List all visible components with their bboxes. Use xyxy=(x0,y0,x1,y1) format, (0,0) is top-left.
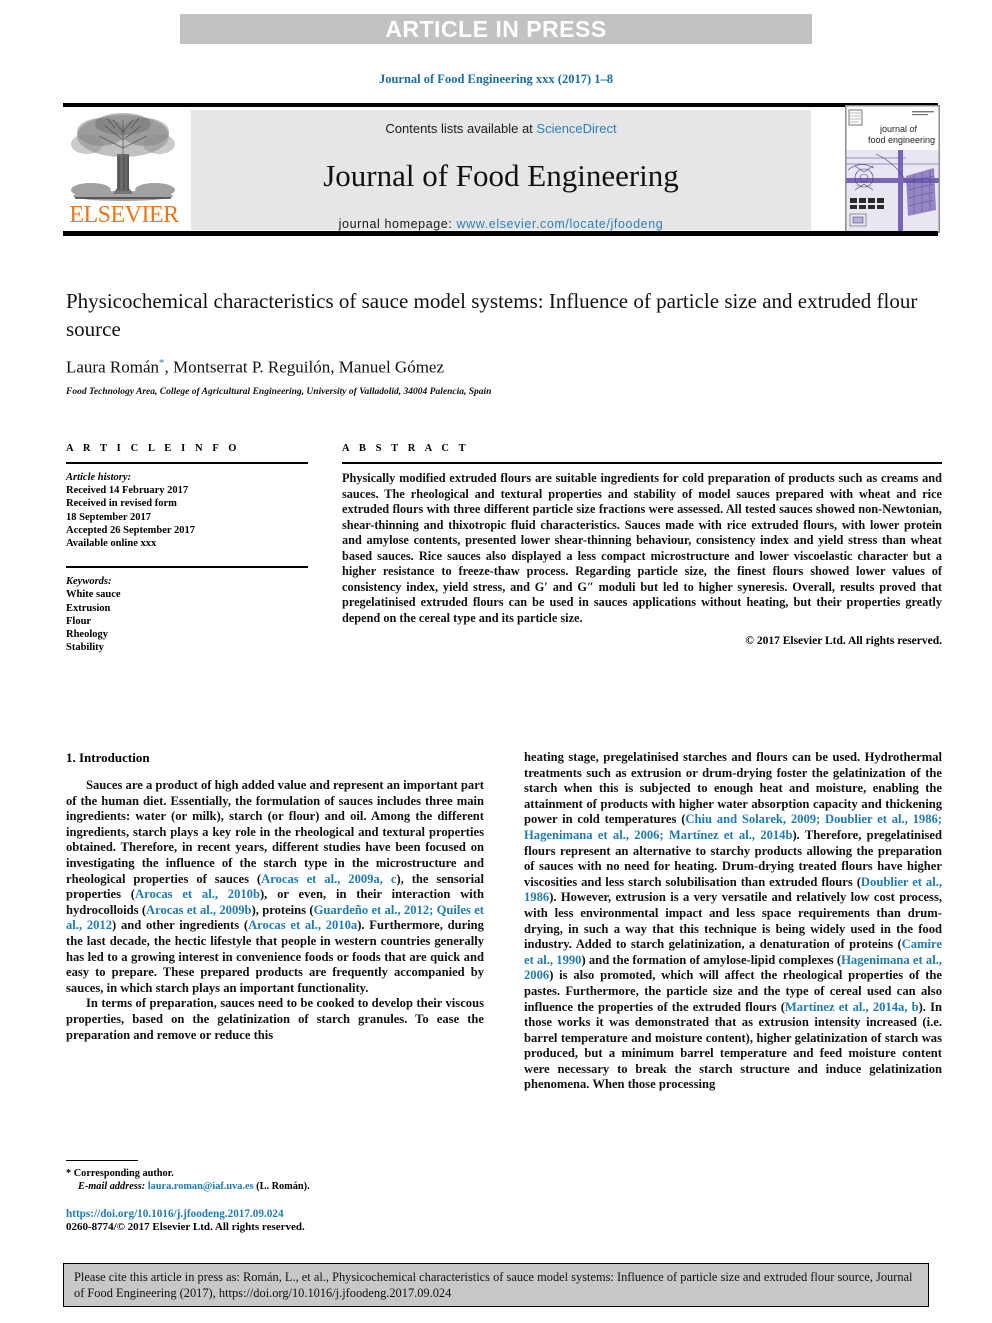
keyword-item: Flour xyxy=(66,615,92,627)
citation-link[interactable]: Arocas et al., 2010a xyxy=(248,918,357,932)
issn-copyright-line: 0260-8774/© 2017 Elsevier Ltd. All right… xyxy=(66,1221,305,1233)
svg-text:food engineering: food engineering xyxy=(868,135,935,145)
citation-link[interactable]: Martínez et al., 2014a, b xyxy=(785,1000,919,1014)
author-affiliation: Food Technology Area, College of Agricul… xyxy=(66,386,492,397)
footnote-marker: * xyxy=(66,1168,72,1179)
page-title: Physicochemical characteristics of sauce… xyxy=(66,289,918,341)
body-columns: 1. Introduction Sauces are a product of … xyxy=(66,750,942,1190)
cite-this-article-text: Please cite this article in press as: Ro… xyxy=(74,1270,913,1300)
doi-block: https://doi.org/10.1016/j.jfoodeng.2017.… xyxy=(66,1208,566,1233)
doi-link[interactable]: https://doi.org/10.1016/j.jfoodeng.2017.… xyxy=(66,1208,566,1220)
journal-running-head: Journal of Food Engineering xxx (2017) 1… xyxy=(378,72,614,86)
abstract-copyright: © 2017 Elsevier Ltd. All rights reserved… xyxy=(745,635,942,647)
journal-homepage-line: journal homepage: www.elsevier.com/locat… xyxy=(191,217,811,231)
paragraph-text: ). However, extrusion is a very versatil… xyxy=(524,890,942,952)
sciencedirect-link[interactable]: ScienceDirect xyxy=(536,121,616,136)
keywords-block: Keywords: White sauce Extrusion Flour Rh… xyxy=(66,566,308,654)
abstract-column: A B S T R A C T Physically modified extr… xyxy=(342,443,942,647)
keyword-item: Stability xyxy=(66,642,104,654)
article-history-item: 18 September 2017 xyxy=(66,511,151,523)
contents-box: Contents lists available at ScienceDirec… xyxy=(191,110,811,231)
keyword-item: White sauce xyxy=(66,589,121,601)
email-address-link[interactable]: laura.roman@iaf.uva.es xyxy=(148,1181,254,1192)
article-in-press-banner: ARTICLE IN PRESS xyxy=(180,14,812,44)
elsevier-wordmark: ELSEVIER xyxy=(69,202,179,228)
citation-link[interactable]: Arocas et al., 2009a, c xyxy=(261,872,396,886)
keywords-list: Keywords: White sauce Extrusion Flour Rh… xyxy=(66,575,308,654)
contents-lists-prefix: Contents lists available at xyxy=(385,121,537,136)
journal-homepage-prefix: journal homepage: xyxy=(338,217,457,231)
body-column-left: 1. Introduction Sauces are a product of … xyxy=(66,750,484,1043)
email-address-label: E-mail address: xyxy=(78,1180,146,1192)
journal-title: Journal of Food Engineering xyxy=(323,158,679,193)
article-history-item: Accepted 26 September 2017 xyxy=(66,524,195,536)
abstract-text: Physically modified extruded flours are … xyxy=(342,471,942,625)
author-rest: , Montserrat P. Reguilón, Manuel Gómez xyxy=(164,357,445,377)
article-in-press-label: ARTICLE IN PRESS xyxy=(385,15,607,42)
cite-this-article-box: Please cite this article in press as: Ro… xyxy=(63,1263,929,1307)
keywords-rule xyxy=(66,566,308,569)
paragraph: heating stage, pregelatinised starches a… xyxy=(524,750,942,1093)
article-info-column: A R T I C L E I N F O Article history: R… xyxy=(66,443,308,654)
journal-cover-thumbnail: journal of food engineering xyxy=(845,105,940,233)
footnote-corresponding-text: Corresponding author. xyxy=(73,1168,174,1179)
article-history-item: Received 14 February 2017 xyxy=(66,485,189,497)
section-heading-introduction: 1. Introduction xyxy=(66,750,150,765)
elsevier-logo: ELSEVIER xyxy=(63,110,185,230)
paragraph: In terms of preparation, sauces need to … xyxy=(66,996,484,1042)
article-history-label: Article history: xyxy=(66,472,132,483)
keyword-item: Rheology xyxy=(66,629,108,641)
footnote-corresponding-line: * Corresponding author. xyxy=(66,1168,484,1181)
footnote-email-line: E-mail address: laura.roman@iaf.uva.es (… xyxy=(66,1181,484,1194)
article-info-rule xyxy=(66,462,308,464)
masthead-top-rule xyxy=(63,103,938,107)
author-list: Laura Román*, Montserrat P. Reguilón, Ma… xyxy=(66,357,938,378)
corresponding-author-footnote: * Corresponding author. E-mail address: … xyxy=(66,1160,484,1193)
svg-text:journal of: journal of xyxy=(879,124,918,134)
keywords-label: Keywords: xyxy=(66,576,112,588)
journal-cover-artwork: journal of food engineering xyxy=(846,106,939,232)
article-history-item: Received in revised form xyxy=(66,498,177,510)
article-info-heading: A R T I C L E I N F O xyxy=(66,443,241,454)
paragraph: Sauces are a product of high added value… xyxy=(66,778,484,996)
footnote-rule xyxy=(66,1160,138,1161)
masthead-bottom-rule xyxy=(63,231,938,236)
journal-masthead: ELSEVIER Contents lists available at Sci… xyxy=(63,103,940,236)
contents-lists-line: Contents lists available at ScienceDirec… xyxy=(191,121,811,136)
paragraph-text: ) and the formation of amylose-lipid com… xyxy=(581,952,842,967)
abstract-rule xyxy=(342,462,942,464)
body-column-right: heating stage, pregelatinised starches a… xyxy=(524,750,942,1093)
keyword-item: Extrusion xyxy=(66,602,111,614)
paragraph-text: ) and other ingredients ( xyxy=(112,918,249,933)
article-history-block: Article history: Received 14 February 20… xyxy=(66,471,308,550)
citation-link[interactable]: Arocas et al., 2009b xyxy=(146,903,252,917)
paragraph-text: Sauces are a product of high added value… xyxy=(66,778,484,886)
title-block: Physicochemical characteristics of sauce… xyxy=(66,287,938,397)
abstract-heading: A B S T R A C T xyxy=(342,443,470,454)
email-owner: (L. Román). xyxy=(256,1180,310,1192)
paragraph-text: ), proteins ( xyxy=(251,902,314,917)
journal-homepage-link[interactable]: www.elsevier.com/locate/jfoodeng xyxy=(457,217,664,231)
article-history-item: Available online xxx xyxy=(66,538,157,550)
author-first: Laura Román xyxy=(66,357,159,377)
citation-link[interactable]: Arocas et al., 2010b xyxy=(135,887,260,901)
elsevier-tree-icon xyxy=(71,113,175,201)
